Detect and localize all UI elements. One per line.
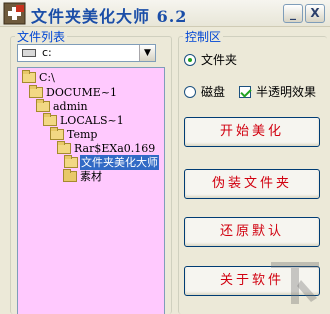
tree-item[interactable]: Temp	[50, 127, 98, 142]
minimize-button[interactable]: _	[283, 4, 303, 23]
start-beautify-button[interactable]: 开始美化	[184, 117, 320, 147]
disguise-folder-button[interactable]: 伪装文件夹	[184, 169, 320, 199]
tree-item-selected[interactable]: 文件夹美化大师	[64, 155, 159, 170]
close-button[interactable]: X	[305, 4, 325, 23]
app-icon	[3, 2, 26, 25]
translucent-checkbox-box[interactable]	[239, 86, 251, 98]
folder-open-icon	[64, 155, 78, 168]
tree-item-label: 文件夹美化大师	[80, 155, 159, 170]
drive-select[interactable]: c: ▼	[17, 44, 156, 62]
folder-open-icon	[29, 85, 43, 98]
drive-icon	[22, 49, 36, 57]
tree-item-label: 素材	[80, 170, 102, 183]
tree-item-label: LOCALS~1	[60, 114, 124, 127]
tree-item-label: admin	[53, 100, 88, 113]
tree-item-label: C:\	[39, 71, 55, 84]
folder-open-icon	[50, 127, 64, 140]
tree-item[interactable]: C:\	[22, 70, 56, 85]
tree-item[interactable]: 素材	[63, 169, 103, 184]
tree-item[interactable]: DOCUME~1	[29, 85, 118, 100]
tree-item[interactable]: LOCALS~1	[43, 113, 125, 128]
folder-open-icon	[36, 99, 50, 112]
radio-disk-indicator[interactable]	[184, 86, 196, 98]
control-label: 控制区	[183, 28, 224, 45]
folder-open-icon	[22, 70, 36, 83]
translucent-checkbox[interactable]: 半透明效果	[239, 85, 316, 100]
window-title: 文件夹美化大师 6.2	[31, 7, 188, 26]
translucent-checkbox-label: 半透明效果	[256, 85, 317, 99]
folder-icon	[63, 169, 77, 182]
folder-tree[interactable]: C:\ DOCUME~1 admin LOCALS~1 Temp Rar$EXa…	[17, 67, 165, 314]
watermark-logo	[271, 262, 319, 304]
radio-folder-label: 文件夹	[201, 53, 238, 67]
title-bar: 文件夹美化大师 6.2 _ X	[0, 0, 330, 27]
drive-value: c:	[42, 46, 52, 59]
tree-item-label: Rar$EXa0.169	[74, 142, 156, 155]
radio-disk[interactable]: 磁盘	[184, 85, 225, 100]
radio-disk-label: 磁盘	[201, 85, 226, 99]
tree-item[interactable]: Rar$EXa0.169	[57, 141, 156, 156]
file-list-label: 文件列表	[15, 28, 68, 45]
tree-item-label: Temp	[67, 128, 98, 141]
folder-open-icon	[57, 141, 71, 154]
tree-item-label: DOCUME~1	[46, 86, 118, 99]
radio-folder-indicator[interactable]	[184, 54, 196, 66]
folder-open-icon	[43, 113, 57, 126]
restore-default-button[interactable]: 还原默认	[184, 217, 320, 247]
chevron-down-icon[interactable]: ▼	[139, 45, 155, 61]
radio-folder[interactable]: 文件夹	[184, 53, 237, 68]
tree-item[interactable]: admin	[36, 99, 89, 114]
